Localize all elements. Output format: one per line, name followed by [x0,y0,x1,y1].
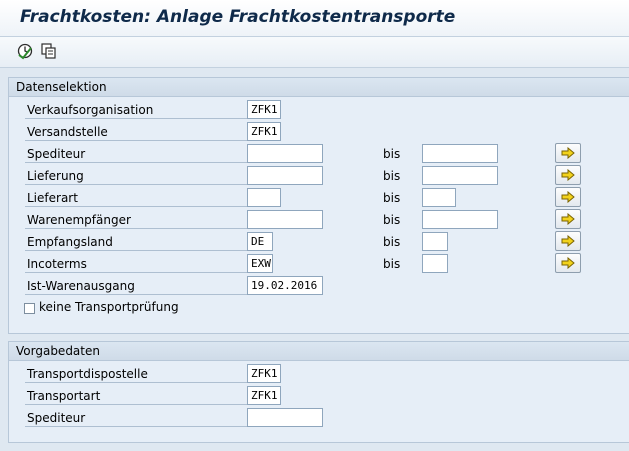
spediteur-to-input[interactable] [422,144,498,163]
label-lieferart: Lieferart [25,189,247,207]
spediteur-from-input[interactable] [247,144,323,163]
bis-label: bis [383,257,401,271]
label-empfangsland: Empfangsland [25,233,247,251]
label-incoterms: Incoterms [25,255,247,273]
group-header: Datenselektion [9,78,629,97]
ist-warenausgang-input[interactable]: 19.02.2016 [247,276,323,295]
label-warenempfaenger: Warenempfänger [25,211,247,229]
empfangsland-from-input[interactable]: DE [247,232,273,251]
group-title: Vorgabedaten [16,344,100,358]
multiple-selection-button[interactable] [555,143,581,163]
label-lieferung: Lieferung [25,167,247,185]
lieferart-to-input[interactable] [422,188,456,207]
checkbox-label: keine Transportprüfung [39,300,179,314]
label-verkaufsorganisation: Verkaufsorganisation [25,101,247,119]
page-title: Frachtkosten: Anlage Frachtkostentranspo… [20,7,456,27]
vorgabedaten-group: Vorgabedaten Transportdispostelle ZFK1 T… [8,341,629,443]
group-header: Vorgabedaten [9,342,629,361]
verkaufsorganisation-input[interactable]: ZFK1 [247,100,281,119]
title-bar: Frachtkosten: Anlage Frachtkostentranspo… [0,0,629,37]
arrow-right-icon [561,191,575,203]
label-spediteur: Spediteur [25,145,247,163]
warenempfaenger-to-input[interactable] [422,210,498,229]
datenselektion-group: Datenselektion Verkaufsorganisation ZFK1… [8,77,629,334]
label-versandstelle: Versandstelle [25,123,247,141]
arrow-right-icon [561,235,575,247]
lieferung-from-input[interactable] [247,166,323,185]
versandstelle-input[interactable]: ZFK1 [247,122,281,141]
label-transportart: Transportart [25,387,247,405]
multiple-selection-button[interactable] [555,253,581,273]
arrow-right-icon [561,257,575,269]
incoterms-to-input[interactable] [422,254,448,273]
arrow-right-icon [561,169,575,181]
empfangsland-to-input[interactable] [422,232,448,251]
bis-label: bis [383,213,401,227]
transportart-input[interactable]: ZFK1 [247,386,281,405]
bis-label: bis [383,235,401,249]
spediteur-input[interactable] [247,408,323,427]
arrow-right-icon [561,147,575,159]
lieferart-from-input[interactable] [247,188,281,207]
keine-transportpruefung-checkbox[interactable] [24,303,35,314]
multiple-selection-button[interactable] [555,231,581,251]
multiple-selection-button[interactable] [555,165,581,185]
multiple-selection-button[interactable] [555,209,581,229]
bis-label: bis [383,147,401,161]
execute-icon[interactable] [16,42,34,60]
bis-label: bis [383,191,401,205]
lieferung-to-input[interactable] [422,166,498,185]
arrow-right-icon [561,213,575,225]
application-toolbar [0,37,629,68]
label-transportdispostelle: Transportdispostelle [25,365,247,383]
transportdispostelle-input[interactable]: ZFK1 [247,364,281,383]
bis-label: bis [383,169,401,183]
variant-icon[interactable] [40,42,58,60]
warenempfaenger-from-input[interactable] [247,210,323,229]
label-ist-warenausgang: Ist-Warenausgang [25,277,247,295]
multiple-selection-button[interactable] [555,187,581,207]
label-spediteur: Spediteur [25,409,247,427]
incoterms-from-input[interactable]: EXW [247,254,273,273]
group-title: Datenselektion [16,80,107,94]
